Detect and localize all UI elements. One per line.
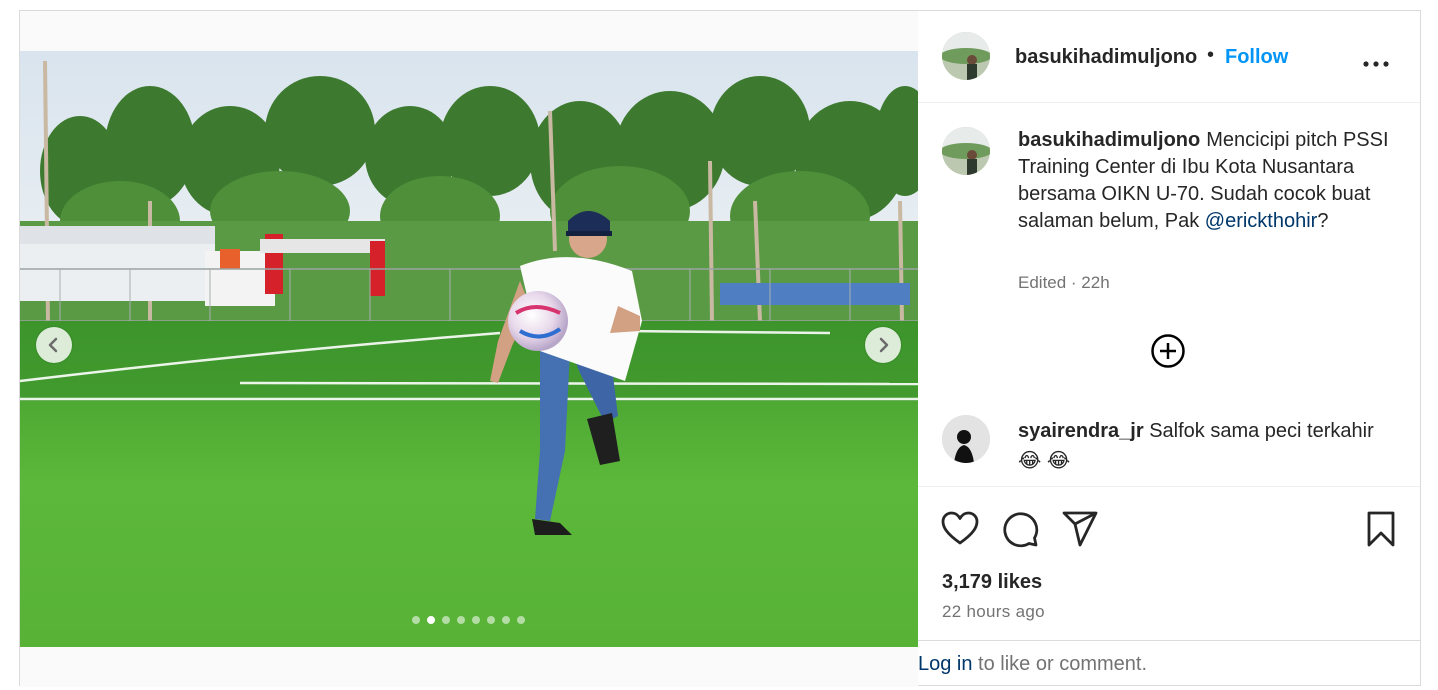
caption-mention-link[interactable]: @erickthohir [1205,210,1318,232]
caption-meta: Edited · 22h [1018,273,1110,292]
carousel-dot [502,616,510,624]
post-caption: basukihadimuljono Mencicipi pitch PSSI Tr… [1018,127,1398,235]
like-count[interactable]: 3,179 likes [942,571,1042,594]
post-header: basukihadimuljono • Follow [918,11,1420,103]
author-username[interactable]: basukihadimuljono [1015,46,1197,69]
comment-icon[interactable] [1000,509,1040,549]
next-slide-button[interactable] [865,327,901,363]
comment-text: Salfok sama peci terkahir [1149,420,1374,442]
heart-icon[interactable] [940,509,980,549]
share-icon[interactable] [1060,509,1100,549]
post-photo [20,51,918,647]
post-timestamp: 22 hours ago [942,602,1045,621]
author-avatar[interactable] [942,32,990,80]
login-prompt: Log in to like or comment. [918,640,1420,687]
media-panel [20,11,918,687]
post-side-panel: basukihadimuljono • Follow basukihadimul… [918,11,1420,687]
carousel-dot [517,616,525,624]
carousel-dot-active [427,616,435,624]
separator-dot: • [1207,44,1215,66]
carousel-dot [457,616,465,624]
more-icon[interactable] [1362,44,1390,84]
commenter-username[interactable]: syairendra_jr [1018,420,1144,442]
login-link[interactable]: Log in [918,653,973,675]
comment-emoji: 😂 😂 [1018,450,1071,472]
login-prompt-text: to like or comment. [972,653,1148,675]
action-bar: 3,179 likes 22 hours ago [918,486,1420,642]
chevron-left-icon [48,337,58,353]
comment: syairendra_jr Salfok sama peci terkahir … [1018,416,1398,476]
caption-end: ? [1317,210,1329,232]
bookmark-icon[interactable] [1361,509,1401,549]
chevron-right-icon [879,337,889,353]
carousel-dot [487,616,495,624]
caption-username[interactable]: basukihadimuljono [1018,129,1200,151]
carousel-dot [472,616,480,624]
follow-button[interactable]: Follow [1225,46,1288,69]
carousel-indicator [412,616,525,624]
caption-author-avatar[interactable] [942,127,990,175]
post-card: basukihadimuljono • Follow basukihadimul… [19,10,1421,687]
previous-slide-button[interactable] [36,327,72,363]
carousel-dot [442,616,450,624]
add-circle-icon[interactable] [1150,333,1186,369]
commenter-avatar[interactable] [942,415,990,463]
carousel-dot [412,616,420,624]
